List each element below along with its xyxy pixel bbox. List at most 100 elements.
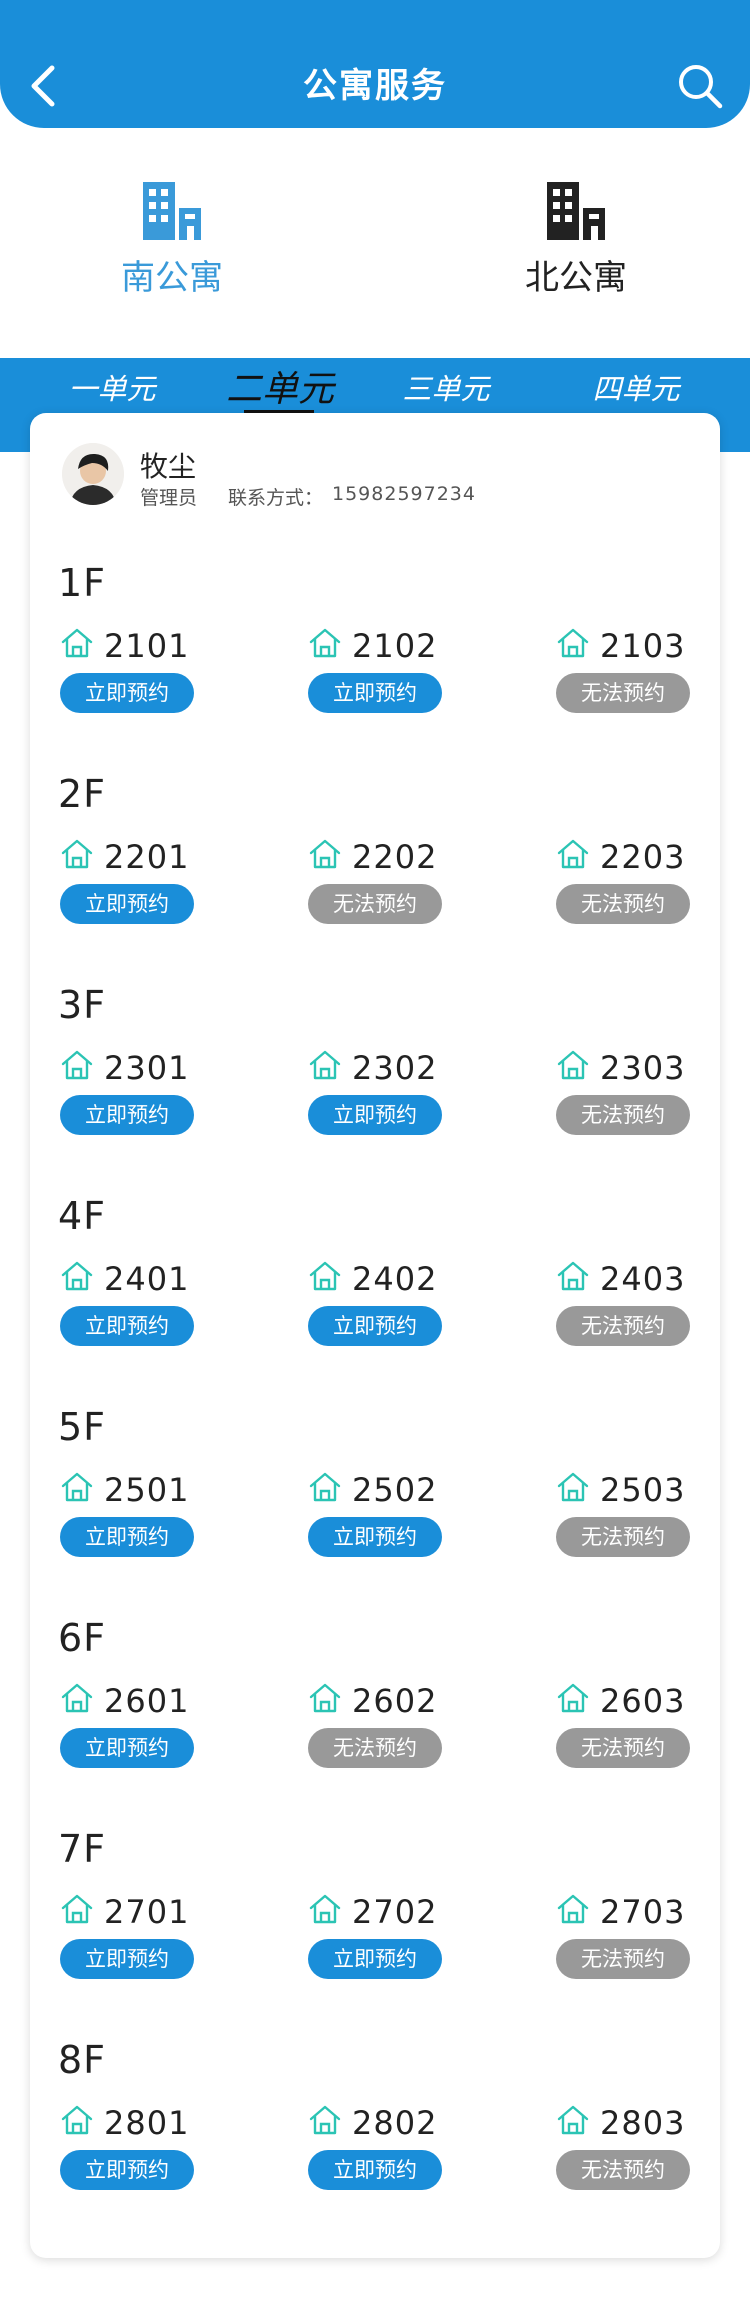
room-number: 2302 <box>352 1049 438 1087</box>
room-item: 2403 无法预约 <box>556 1260 696 1360</box>
floor-label: 6F <box>58 1616 107 1660</box>
room-item: 2302 立即预约 <box>308 1049 448 1149</box>
admin-role: 管理员 <box>140 487 198 509</box>
house-icon <box>557 2105 589 2135</box>
unavailable-button: 无法预约 <box>308 884 442 924</box>
room-number: 2502 <box>352 1471 438 1509</box>
floor-label: 8F <box>58 2038 107 2082</box>
floor-section: 1F 2101 立即预约 2102 立即预约 2103 无法预约 <box>30 561 720 772</box>
house-icon <box>309 628 341 658</box>
room-item: 2203 无法预约 <box>556 838 696 938</box>
room-card: 牧尘 管理员 联系方式： 15982597234 1F 2101 立即预约 2102 立… <box>30 413 720 2258</box>
room-item: 2402 立即预约 <box>308 1260 448 1360</box>
room-item: 2503 无法预约 <box>556 1471 696 1571</box>
reserve-button[interactable]: 立即预约 <box>60 1095 194 1135</box>
tab-unit-2[interactable]: 二单元 <box>200 360 360 412</box>
room-item: 2101 立即预约 <box>60 627 200 727</box>
building-tab-north[interactable]: 北公寓 <box>476 180 676 299</box>
house-icon <box>309 2105 341 2135</box>
reserve-button[interactable]: 立即预约 <box>60 1939 194 1979</box>
room-item: 2501 立即预约 <box>60 1471 200 1571</box>
room-item: 2702 立即预约 <box>308 1893 448 1993</box>
floor-section: 2F 2201 立即预约 2202 无法预约 2203 无法预约 <box>30 772 720 983</box>
reserve-button[interactable]: 立即预约 <box>308 673 442 713</box>
reserve-button[interactable]: 立即预约 <box>60 1517 194 1557</box>
admin-phone[interactable]: 15982597234 <box>332 483 476 505</box>
room-item: 2701 立即预约 <box>60 1893 200 1993</box>
room-item: 2502 立即预约 <box>308 1471 448 1571</box>
house-icon <box>557 1894 589 1924</box>
building-tab-south[interactable]: 南公寓 <box>72 180 272 299</box>
room-number: 2602 <box>352 1682 438 1720</box>
contact-label: 联系方式： <box>228 487 324 509</box>
reserve-button[interactable]: 立即预约 <box>60 884 194 924</box>
tab-unit-4[interactable]: 四单元 <box>556 366 716 408</box>
room-item: 2802 立即预约 <box>308 2104 448 2204</box>
house-icon <box>61 1472 93 1502</box>
room-number: 2501 <box>104 1471 190 1509</box>
room-number: 2101 <box>104 627 190 665</box>
reserve-button[interactable]: 立即预约 <box>308 1517 442 1557</box>
room-number: 2601 <box>104 1682 190 1720</box>
reserve-button[interactable]: 立即预约 <box>60 1306 194 1346</box>
reserve-button[interactable]: 立即预约 <box>308 1306 442 1346</box>
room-number: 2701 <box>104 1893 190 1931</box>
house-icon <box>557 628 589 658</box>
house-icon <box>557 1683 589 1713</box>
house-icon <box>557 1261 589 1291</box>
reserve-button[interactable]: 立即预约 <box>308 1939 442 1979</box>
floor-section: 6F 2601 立即预约 2602 无法预约 2603 无法预约 <box>30 1616 720 1827</box>
room-item: 2601 立即预约 <box>60 1682 200 1782</box>
building-icon <box>547 182 605 240</box>
room-number: 2402 <box>352 1260 438 1298</box>
building-icon <box>143 182 201 240</box>
house-icon <box>61 628 93 658</box>
floor-section: 7F 2701 立即预约 2702 立即预约 2703 无法预约 <box>30 1827 720 2038</box>
room-number: 2303 <box>600 1049 686 1087</box>
floor-section: 5F 2501 立即预约 2502 立即预约 2503 无法预约 <box>30 1405 720 1616</box>
unavailable-button: 无法预约 <box>556 2150 690 2190</box>
top-bar: 公寓服务 <box>0 0 750 128</box>
avatar <box>62 443 124 505</box>
reserve-button[interactable]: 立即预约 <box>60 2150 194 2190</box>
room-item: 2801 立即预约 <box>60 2104 200 2204</box>
room-number: 2802 <box>352 2104 438 2142</box>
floor-section: 8F 2801 立即预约 2802 立即预约 2803 无法预约 <box>30 2038 720 2249</box>
house-icon <box>61 2105 93 2135</box>
unavailable-button: 无法预约 <box>556 884 690 924</box>
floor-label: 1F <box>58 561 107 605</box>
room-item: 2401 立即预约 <box>60 1260 200 1360</box>
room-item: 2803 无法预约 <box>556 2104 696 2204</box>
unavailable-button: 无法预约 <box>556 1728 690 1768</box>
house-icon <box>61 1683 93 1713</box>
reserve-button[interactable]: 立即预约 <box>60 673 194 713</box>
room-number: 2203 <box>600 838 686 876</box>
tab-unit-3[interactable]: 三单元 <box>366 366 526 408</box>
admin-name: 牧尘 <box>140 450 197 483</box>
floor-label: 4F <box>58 1194 107 1238</box>
room-number: 2503 <box>600 1471 686 1509</box>
room-number: 2702 <box>352 1893 438 1931</box>
house-icon <box>61 1261 93 1291</box>
room-item: 2603 无法预约 <box>556 1682 696 1782</box>
unavailable-button: 无法预约 <box>556 1306 690 1346</box>
house-icon <box>309 1683 341 1713</box>
unavailable-button: 无法预约 <box>556 673 690 713</box>
room-number: 2202 <box>352 838 438 876</box>
page-title: 公寓服务 <box>303 66 447 106</box>
house-icon <box>61 1050 93 1080</box>
reserve-button[interactable]: 立即预约 <box>308 2150 442 2190</box>
room-number: 2603 <box>600 1682 686 1720</box>
room-item: 2202 无法预约 <box>308 838 448 938</box>
search-icon[interactable] <box>676 62 724 110</box>
tab-unit-1[interactable]: 一单元 <box>32 366 192 408</box>
unavailable-button: 无法预约 <box>308 1728 442 1768</box>
reserve-button[interactable]: 立即预约 <box>60 1728 194 1768</box>
floor-label: 3F <box>58 983 107 1027</box>
house-icon <box>557 1050 589 1080</box>
floor-label: 7F <box>58 1827 107 1871</box>
reserve-button[interactable]: 立即预约 <box>308 1095 442 1135</box>
building-label-north: 北公寓 <box>525 258 627 298</box>
house-icon <box>309 839 341 869</box>
room-number: 2201 <box>104 838 190 876</box>
